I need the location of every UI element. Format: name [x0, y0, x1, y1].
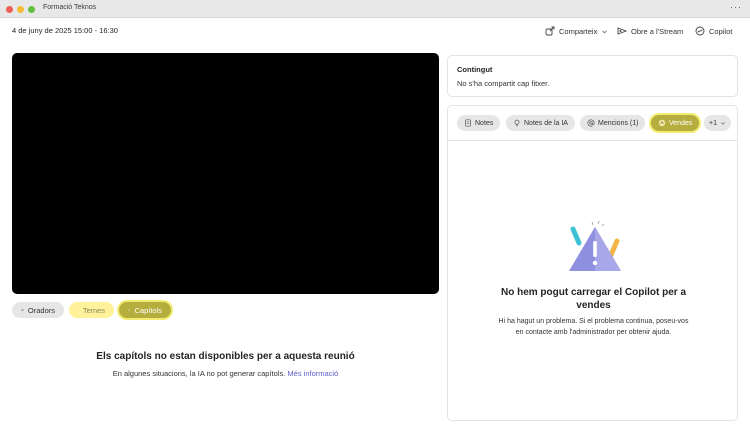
tab-notes-label: Notes	[475, 119, 494, 127]
more-options-icon[interactable]: ···	[730, 2, 742, 12]
share-label: Comparteix	[559, 26, 598, 36]
copilot-error-text: Hi ha hagut un problema. Si el problema …	[498, 318, 689, 336]
tab-capitols[interactable]: Capítols	[119, 302, 171, 318]
people-icon	[21, 308, 24, 312]
chapters-unavailable-title: Els capítols no estan disponibles per a …	[96, 351, 355, 362]
mention-icon	[587, 119, 595, 127]
share-icon	[545, 26, 555, 36]
open-in-stream-button[interactable]: Obre a l'Stream	[617, 24, 683, 38]
content-card-text: No s'ha compartit cap fitxer.	[457, 79, 550, 88]
chevron-down-icon	[602, 30, 608, 33]
tab-vendes[interactable]: Vendes	[651, 115, 700, 131]
copilot-icon	[695, 26, 705, 36]
tab-notes[interactable]: Notes	[457, 115, 501, 131]
window-titlebar: Formació Teknos ···	[0, 0, 750, 18]
tab-orators[interactable]: Oradors	[12, 302, 64, 318]
minimize-window-button[interactable]	[17, 6, 24, 13]
tab-orators-label: Oradors	[27, 305, 55, 315]
open-in-stream-label: Obre a l'Stream	[631, 26, 684, 36]
tab-vendes-label: Vendes	[669, 119, 693, 127]
tab-more[interactable]: +1	[704, 115, 731, 131]
video-player[interactable]	[12, 53, 439, 294]
hashtag-icon	[78, 309, 79, 311]
stream-icon	[617, 27, 627, 35]
tab-capitols-label: Capítols	[134, 305, 162, 315]
lightbulb-icon	[514, 119, 520, 127]
window-title: Formació Teknos	[43, 4, 97, 11]
chevron-down-icon	[720, 122, 725, 125]
sales-icon	[658, 119, 666, 127]
zoom-window-button[interactable]	[28, 6, 35, 13]
tab-ia-notes-label: Notes de la IA	[524, 119, 568, 127]
chapters-icon	[128, 309, 131, 311]
tab-temes[interactable]: Temes	[69, 302, 114, 318]
meeting-toolbar: 4 de juny de 2025 15:00 - 16:30 Comparte…	[0, 18, 750, 44]
tab-mentions-label: Mencions (1)	[598, 119, 639, 127]
tab-more-label: +1	[709, 119, 717, 127]
warning-illustration-icon	[569, 221, 621, 271]
notes-icon	[465, 119, 471, 127]
more-info-link[interactable]: Més informació	[287, 369, 338, 378]
tab-mentions[interactable]: Mencions (1)	[580, 115, 646, 131]
notes-card: Notes Notes de la IA Mencions (1) Vendes…	[447, 105, 738, 421]
tab-temes-label: Temes	[82, 305, 105, 315]
tab-ia-notes[interactable]: Notes de la IA	[506, 115, 575, 131]
copilot-button[interactable]: Copilot	[695, 24, 732, 38]
copilot-label: Copilot	[709, 26, 733, 36]
content-card-title: Contingut	[457, 65, 493, 74]
share-button[interactable]: Comparteix	[545, 24, 608, 38]
close-window-button[interactable]	[6, 6, 13, 13]
chapters-unavailable-text: En algunes situacions, la IA no pot gene…	[12, 369, 439, 378]
meeting-date: 4 de juny de 2025 15:00 - 16:30	[12, 26, 118, 35]
notes-tabs: Notes Notes de la IA Mencions (1) Vendes…	[448, 106, 737, 141]
copilot-error-title: No hem pogut carregar el Copilot per a v…	[500, 287, 687, 311]
chapters-unavailable-message: En algunes situacions, la IA no pot gene…	[112, 369, 286, 378]
content-card: Contingut No s'ha compartit cap fitxer.	[447, 55, 738, 97]
